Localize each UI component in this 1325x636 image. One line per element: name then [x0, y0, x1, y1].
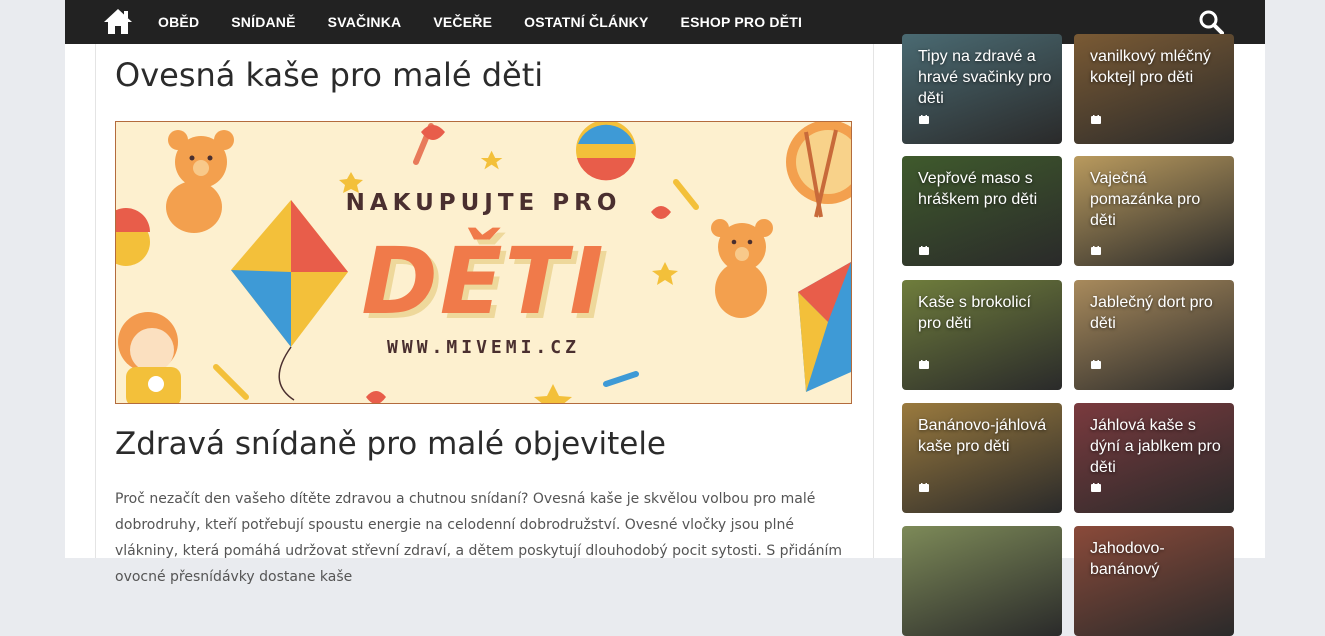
- ball-icon: [576, 122, 636, 181]
- sidebar-card-title[interactable]: Vepřové maso s hráškem pro děti: [918, 168, 1054, 210]
- menu-item-svacinka[interactable]: SVAČINKA: [328, 14, 402, 30]
- sidebar-card-title[interactable]: Vaječná pomazánka pro děti: [1090, 168, 1226, 231]
- banner-line-2: DĚTI: [361, 228, 606, 335]
- article-paragraph: Proč nezačít den vašeho dítěte zdravou a…: [115, 491, 843, 585]
- banner-line-1: NAKUPUJTE PRO: [345, 190, 622, 216]
- calendar-icon: [1091, 246, 1101, 255]
- teddy-bear-icon: [166, 130, 234, 233]
- sidebar-card[interactable]: Jahodovo-banánový: [1074, 526, 1234, 636]
- menu-item-vecere[interactable]: VEČEŘE: [433, 14, 492, 30]
- sidebar-card[interactable]: Jáhlová kaše s dýní a jablkem pro děti: [1074, 403, 1234, 513]
- menu-item-eshop[interactable]: ESHOP PRO DĚTI: [681, 14, 803, 30]
- article-title: Ovesná kaše pro malé děti: [115, 56, 544, 94]
- search-icon[interactable]: [1198, 9, 1224, 35]
- sidebar-card-title[interactable]: Tipy na zdravé a hravé svačinky pro děti: [918, 46, 1054, 109]
- article-subtitle: Zdravá snídaně pro malé objevitele: [115, 426, 667, 462]
- menu-item-snidane[interactable]: SNÍDANĚ: [231, 14, 295, 30]
- sidebar-card[interactable]: Jablečný dort pro děti: [1074, 280, 1234, 390]
- sidebar-card-title[interactable]: Jahodovo-banánový: [1090, 538, 1226, 580]
- sidebar-card-title[interactable]: Banánovo-jáhlová kaše pro děti: [918, 415, 1054, 457]
- eshop-banner[interactable]: NAKUPUJTE PRO DĚTI WWW.MIVEMI.CZ: [115, 121, 852, 404]
- calendar-icon: [919, 246, 929, 255]
- calendar-icon: [919, 360, 929, 369]
- sidebar-card-title[interactable]: Kaše s brokolicí pro děti: [918, 292, 1054, 334]
- menu-item-ostatni-clanky[interactable]: OSTATNÍ ČLÁNKY: [524, 14, 648, 30]
- calendar-icon: [1091, 360, 1101, 369]
- sidebar-card[interactable]: Kaše s brokolicí pro děti: [902, 280, 1062, 390]
- menu-item-obed[interactable]: OBĚD: [158, 14, 199, 30]
- calendar-icon: [919, 115, 929, 124]
- sidebar-card-title[interactable]: Jablečný dort pro děti: [1090, 292, 1226, 334]
- sidebar-card-title[interactable]: vanilkový mléčný koktejl pro děti: [1090, 46, 1226, 88]
- sidebar-card[interactable]: vanilkový mléčný koktejl pro děti: [1074, 34, 1234, 144]
- sidebar-card[interactable]: Tipy na zdravé a hravé svačinky pro děti: [902, 34, 1062, 144]
- calendar-icon: [919, 483, 929, 492]
- sidebar-card[interactable]: Vepřové maso s hráškem pro děti: [902, 156, 1062, 266]
- main-menu: OBĚD SNÍDANĚ SVAČINKA VEČEŘE OSTATNÍ ČLÁ…: [158, 0, 834, 44]
- home-icon[interactable]: [103, 7, 133, 35]
- sidebar-card[interactable]: [902, 526, 1062, 636]
- sidebar-card[interactable]: Banánovo-jáhlová kaše pro děti: [902, 403, 1062, 513]
- sidebar-card[interactable]: Vaječná pomazánka pro děti: [1074, 156, 1234, 266]
- calendar-icon: [1091, 115, 1101, 124]
- banner-url: WWW.MIVEMI.CZ: [387, 337, 580, 358]
- sidebar-card-title[interactable]: Jáhlová kaše s dýní a jablkem pro děti: [1090, 415, 1226, 478]
- calendar-icon: [1091, 483, 1101, 492]
